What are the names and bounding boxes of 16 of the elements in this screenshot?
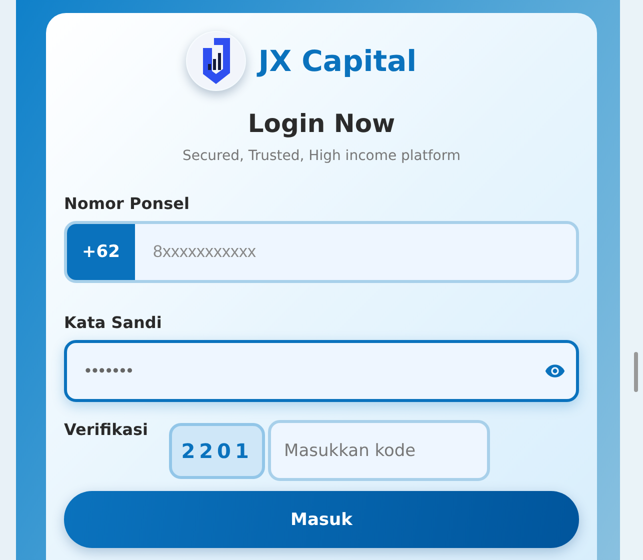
field-label: Nomor Ponsel bbox=[64, 194, 190, 213]
password-field[interactable]: ••••••• bbox=[64, 340, 579, 402]
shield-chart-icon bbox=[186, 31, 246, 91]
captcha-code: 2201 bbox=[169, 422, 266, 478]
code-input-field[interactable]: Masukkan kode bbox=[268, 420, 490, 481]
field-label: Verifikasi bbox=[64, 420, 148, 439]
phone-input[interactable]: 8xxxxxxxxxxx bbox=[135, 242, 576, 262]
field-label: Kata Sandi bbox=[64, 313, 162, 332]
login-button[interactable]: Masuk bbox=[64, 491, 579, 548]
login-heading: Login Now bbox=[246, 109, 396, 138]
brand-name: JX Capital bbox=[258, 44, 417, 78]
country-code: +62 bbox=[67, 224, 135, 280]
login-subtitle: Secured, Trusted, High income platform bbox=[181, 148, 462, 164]
password-input[interactable]: ••••••• bbox=[67, 361, 544, 381]
phone-field[interactable]: +62 8xxxxxxxxxxx bbox=[64, 221, 579, 283]
scrollbar-thumb[interactable] bbox=[634, 352, 638, 392]
